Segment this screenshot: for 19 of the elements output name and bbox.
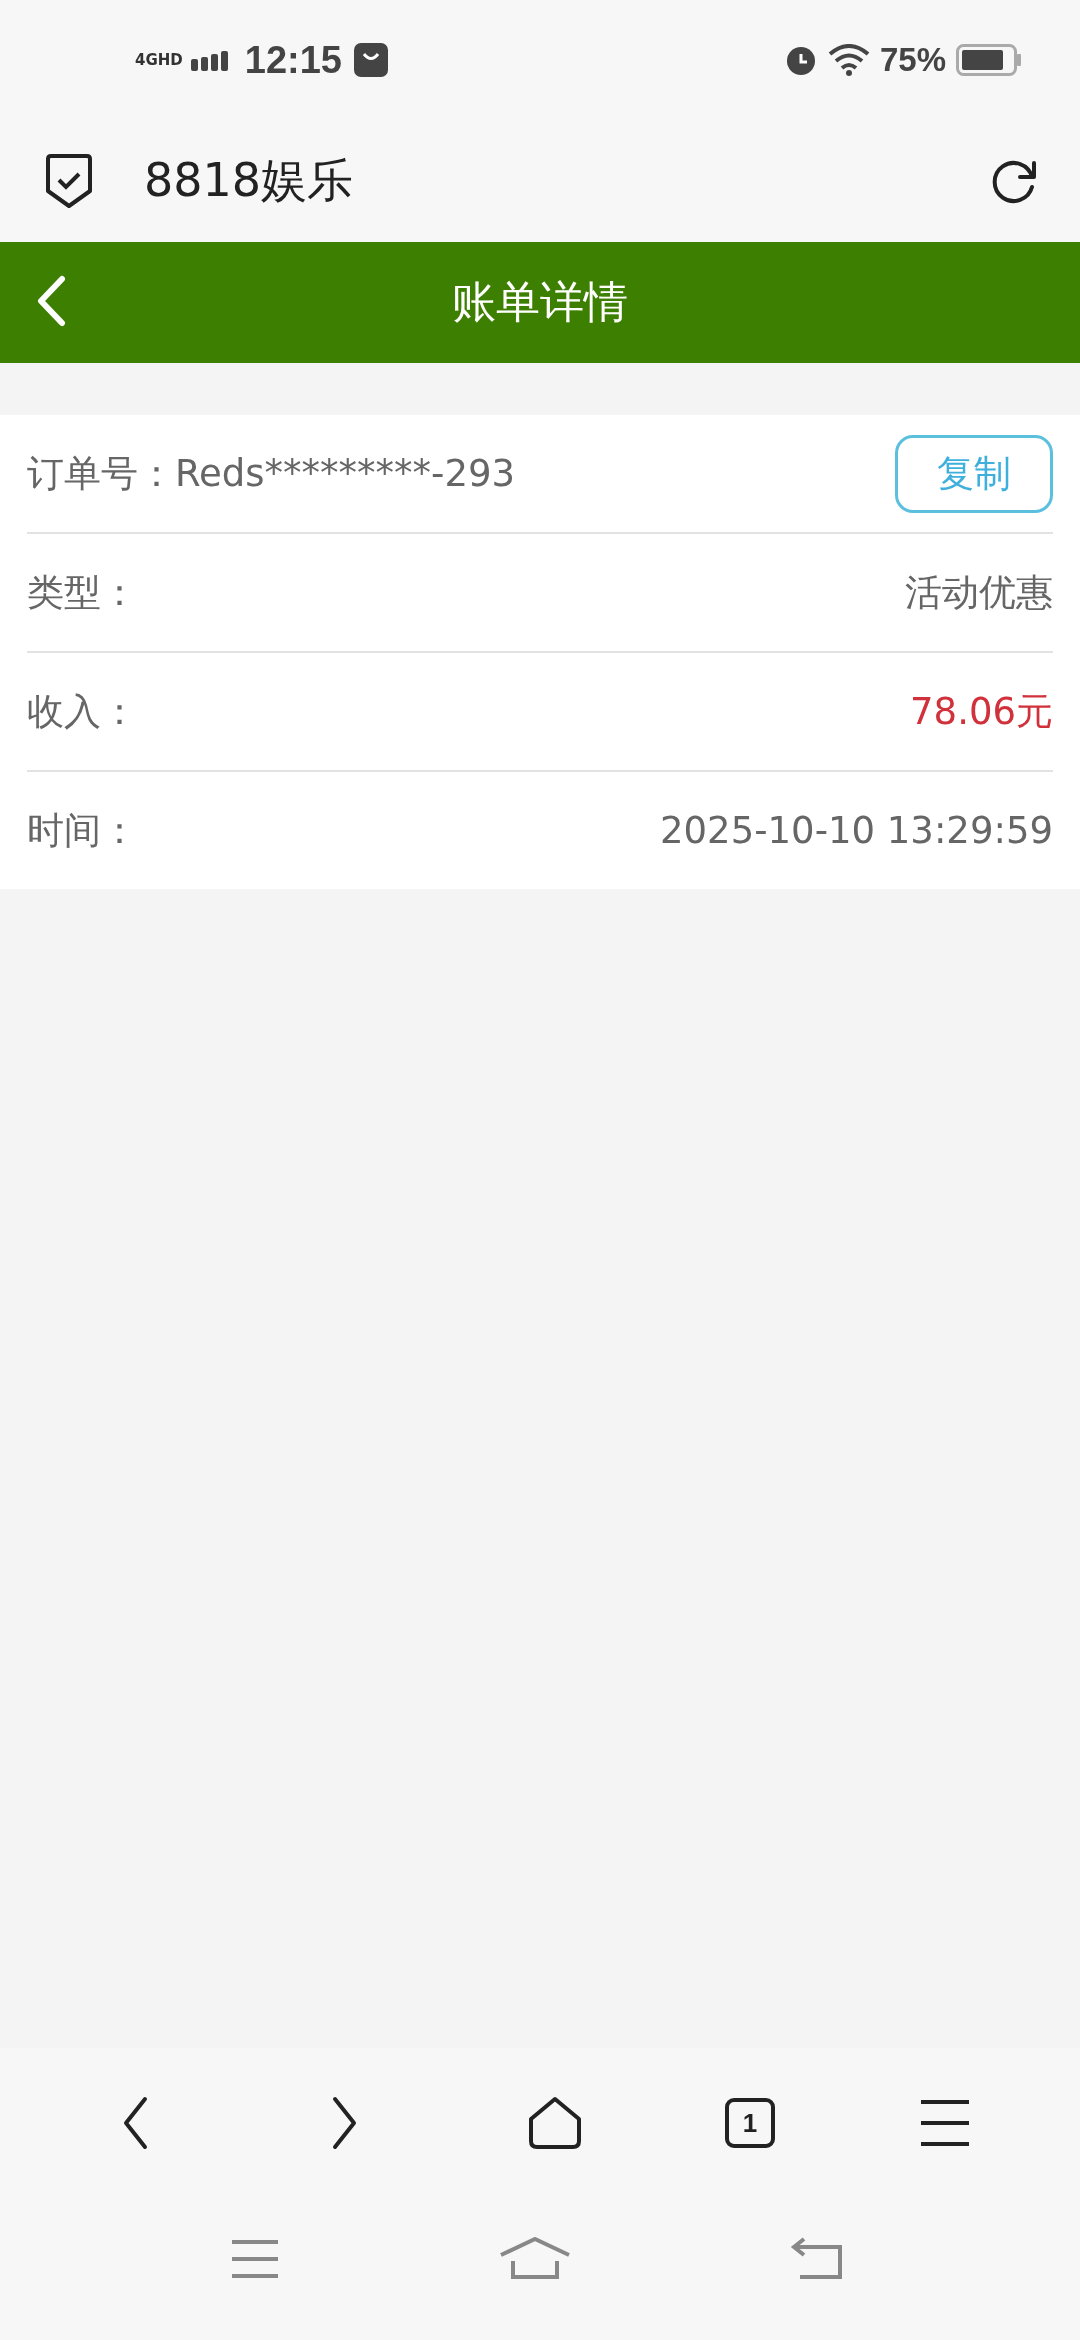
field-label: 时间： xyxy=(27,807,138,854)
field-value: Reds*********-293 xyxy=(175,452,516,495)
network-type: 4GHD xyxy=(135,51,183,69)
header-title: 账单详情 xyxy=(452,275,628,329)
battery-percentage: 75% xyxy=(879,41,946,79)
clock-time: 12:15 xyxy=(244,38,342,82)
field-label: 收入： xyxy=(27,688,138,735)
battery-icon xyxy=(956,44,1022,76)
wifi-icon xyxy=(827,44,870,76)
tabs-button[interactable]: 1 xyxy=(725,2098,775,2148)
page-title: 8818娱乐 xyxy=(144,152,354,209)
field-label: 类型： xyxy=(27,569,138,616)
signal-icon xyxy=(190,49,231,71)
field-value: 2025-10-10 13:29:59 xyxy=(660,809,1053,852)
shopping-bag-icon xyxy=(353,43,388,77)
amount-value: 78.06元 xyxy=(910,688,1053,735)
field-value: 活动优惠 xyxy=(905,569,1053,616)
shield-check-icon xyxy=(44,153,94,209)
field-label: 订单号： xyxy=(27,450,175,497)
